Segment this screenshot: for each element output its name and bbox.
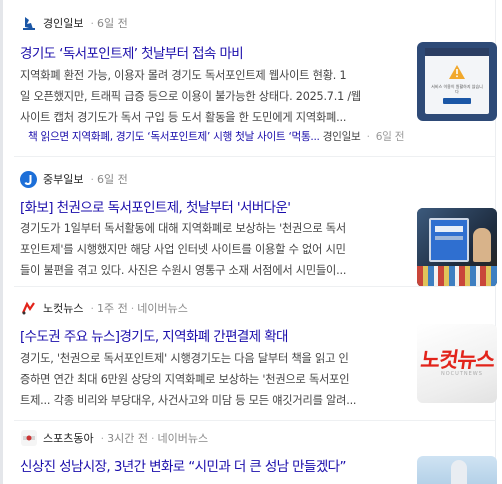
separator-dot: · [130,301,135,315]
description-line: 경기도, '천권으로 독서포인트제' 시행경기도는 다음 달부터 책을 읽고 인 [20,352,349,365]
separator-dot: · [100,431,105,445]
press-name[interactable]: 경인일보 [43,15,83,31]
separator-dot: · [90,301,94,315]
description-line: 트제... 각종 비리와 부당대우, 사건사고와 미담 등 모든 얘깃거리를 알… [20,394,357,407]
description-line: 포인트제'를 시행했지만 해당 사업 인터넷 사이트를 이용할 수 없어 시민 [20,243,346,256]
divider [14,156,496,157]
sportsdonga-logo-icon[interactable] [20,430,37,447]
nocut-wordmark: 노컷뉴스 [419,348,496,372]
joongboo-logo-icon[interactable] [20,170,37,188]
news-thumbnail[interactable] [417,456,497,484]
news-title[interactable]: [화보] 천권으로 독서포인트제, 첫날부터 '서버다운' [20,196,291,216]
news-results: 경인일보 · 6일 전 경기도 ‘독서포인트제’ 첫날부터 접속 마비 지역화폐… [0,0,502,484]
nocut-logo-icon[interactable] [20,300,37,317]
kyeongin-logo-icon[interactable] [20,15,37,32]
description-line: 일 오픈했지만, 트래픽 급증 등으로 이용이 불가능한 상태다. 2025.7… [20,90,362,103]
description-line: 증하면 연간 최대 6만원 상당의 지역화폐로 보상하는 '천권으로 독서포인 [20,373,350,386]
separator-dot: · [150,431,155,445]
related-press: 경인일보 [322,131,361,143]
description-line: 들이 불편을 겪고 있다. 사진은 수원시 영통구 소재 서점에서 시민들이..… [20,264,347,277]
press-name[interactable]: 스포츠동아 [43,430,94,446]
related-time: 6일 전 [375,131,405,143]
news-description[interactable]: 지역화폐 환전 가능, 이용자 몰려 경기도 독서포인트제 웹사이트 현황. 1… [20,65,406,128]
thumbnail-figure [451,460,467,484]
news-description[interactable]: 경기도, '천권으로 독서포인트제' 시행경기도는 다음 달부터 책을 읽고 인… [20,348,406,411]
divider [14,420,496,421]
news-meta: 경인일보 · 6일 전 [20,13,128,33]
news-meta: 중부일보 · 6일 전 [20,169,128,189]
notice-text: 서비스 이용이 원활하지 않습니다 [431,84,483,94]
news-description-cut [22,478,402,484]
related-article[interactable]: 책 읽으면 지역화폐, 경기도 ‘독서포인트제’ 시행 첫날 사이트 ‘먹통..… [28,129,404,144]
news-item: 중부일보 · 6일 전 [화보] 천권으로 독서포인트제, 첫날부터 '서버다운… [20,160,497,290]
news-item: 노컷뉴스 · 1주 전 · 네이버뉴스 [수도권 주요 뉴스]경기도, 지역화폐… [20,290,497,420]
screenshot-image: 서비스 이용이 원활하지 않습니다 [425,48,489,114]
nocut-subtitle: NOCUTNEWS [441,371,483,377]
news-description[interactable]: 경기도가 1일부터 독서활동에 대해 지역화폐로 보상하는 '천권으로 독서 포… [20,218,406,281]
naver-news-link[interactable]: 네이버뉴스 [157,430,208,446]
description-line: 사이트 캡처 경기도가 독서 구입 등 도서 활동을 한 도민에게 지역화폐..… [20,111,347,124]
news-title[interactable]: 신상진 성남시장, 3년간 변화로 “시민과 더 큰 성남 만들겠다” [20,455,346,475]
naver-news-link[interactable]: 네이버뉴스 [137,300,188,316]
news-thumbnail[interactable]: 노컷뉴스 NOCUTNEWS [417,324,497,403]
news-thumbnail[interactable]: 서비스 이용이 원활하지 않습니다 [417,42,497,121]
publish-time: 1주 전 [96,302,128,315]
news-thumbnail[interactable] [417,208,497,287]
news-meta: 노컷뉴스 · 1주 전 · 네이버뉴스 [20,298,188,318]
warning-icon [449,65,465,79]
left-border [0,0,3,484]
separator-dot: · [90,172,94,186]
separator-dot: · [90,16,94,30]
news-title[interactable]: [수도권 주요 뉴스]경기도, 지역화폐 간편결제 확대 [20,325,288,345]
news-item: 스포츠동아 · 3시간 전 · 네이버뉴스 신상진 성남시장, 3년간 변화로 … [20,422,497,484]
publish-time: 3시간 전 [107,432,148,445]
divider [14,286,496,287]
news-item: 경인일보 · 6일 전 경기도 ‘독서포인트제’ 첫날부터 접속 마비 지역화폐… [20,0,497,160]
news-title[interactable]: 경기도 ‘독서포인트제’ 첫날부터 접속 마비 [20,42,244,62]
press-name[interactable]: 중부일보 [43,171,83,187]
description-line: 경기도가 1일부터 독서활동에 대해 지역화폐로 보상하는 '천권으로 독서 [20,222,346,235]
separator-dot: · [366,131,370,143]
publish-time: 6일 전 [96,173,128,186]
press-name[interactable]: 노컷뉴스 [43,300,83,316]
news-meta: 스포츠동아 · 3시간 전 · 네이버뉴스 [20,428,208,448]
description-line: 지역화폐 환전 가능, 이용자 몰려 경기도 독서포인트제 웹사이트 현황. 1 [20,69,347,82]
related-title[interactable]: 책 읽으면 지역화폐, 경기도 ‘독서포인트제’ 시행 첫날 사이트 ‘먹통..… [28,131,320,143]
publish-time: 6일 전 [96,17,128,30]
